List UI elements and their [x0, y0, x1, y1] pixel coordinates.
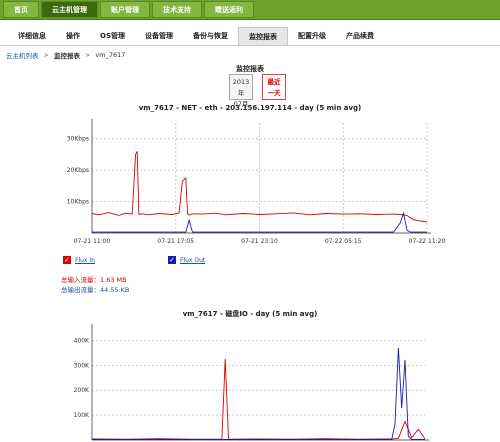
- checkbox-checked-icon[interactable]: ✓: [63, 256, 71, 264]
- breadcrumb-separator: >: [43, 51, 49, 59]
- date-selector[interactable]: 2013年 07月: [229, 74, 253, 108]
- legend-flux-out-label: Flux Out: [180, 256, 206, 264]
- x-tick-label: 07-22 05:15: [325, 238, 362, 245]
- y-tick-label: 300K: [74, 362, 90, 369]
- breadcrumb: 云主机列表 > 监控报表 > vm_7617: [6, 49, 125, 61]
- tab-device-management[interactable]: 设备管理: [135, 27, 183, 45]
- total-input-value: 1.63 MB: [100, 276, 127, 284]
- legend-flux-in: ✓ Flux In: [63, 256, 95, 264]
- x-tick-label: 07-22 11:20: [409, 238, 446, 245]
- last-day-button[interactable]: 最近 一天: [262, 74, 286, 100]
- total-output-row: 总输出流量：44.55 KB: [61, 285, 129, 295]
- total-output-label: 总输出流量：: [61, 286, 100, 294]
- y-tick-label: 100K: [74, 412, 90, 419]
- net-chart: 10Kbps 20Kbps 30Kbps 07-21 11:00 07-21 17:05…: [67, 119, 446, 245]
- legend-flux-out: ✓ Flux Out: [168, 256, 205, 264]
- topnav-home[interactable]: 首页: [3, 1, 39, 18]
- tab-config-upgrade[interactable]: 配置升级: [288, 27, 336, 45]
- y-tick-label: 400K: [74, 337, 90, 344]
- disk-io-chart-title: vm_7617 - 磁盘IO - day (5 min avg): [182, 310, 318, 318]
- total-input-row: 总输入流量：1.63 MB: [61, 275, 129, 285]
- y-tick-label: 30Kbps: [67, 136, 89, 143]
- breadcrumb-current-vm: vm_7617: [95, 51, 126, 59]
- topnav-cloud-host-management[interactable]: 云主机管理: [41, 1, 98, 18]
- series-line-0: [91, 358, 426, 440]
- top-navigation: 首页 云主机管理 账户管理 技术支持 赠送返利: [0, 0, 500, 20]
- date-year: 2013年: [232, 78, 250, 97]
- y-tick-label: 10Kbps: [67, 199, 89, 206]
- traffic-totals: 总输入流量：1.63 MB 总输出流量：44.55 KB: [61, 275, 129, 295]
- breadcrumb-cloud-host-list[interactable]: 云主机列表: [6, 50, 39, 60]
- net-chart-title: vm_7617 - NET - eth - 203.156.197.114 - …: [138, 104, 362, 112]
- total-input-label: 总输入流量：: [61, 276, 100, 284]
- x-tick-label: 07-21 11:00: [74, 238, 111, 245]
- legend-flux-in-label: Flux In: [75, 256, 95, 264]
- last-day-label-line1: 最近: [267, 78, 281, 86]
- tab-details[interactable]: 详细信息: [8, 27, 56, 45]
- tab-operations[interactable]: 操作: [56, 27, 90, 45]
- topnav-rebate[interactable]: 赠送返利: [204, 1, 254, 18]
- topnav-account-management[interactable]: 账户管理: [100, 1, 150, 18]
- breadcrumb-separator: >: [84, 51, 91, 59]
- last-day-label-line2: 一天: [267, 89, 281, 97]
- breadcrumb-monitoring-reports[interactable]: 监控报表: [54, 50, 80, 60]
- x-tick-label: 07-21 23:10: [241, 238, 278, 245]
- y-tick-label: 200K: [74, 387, 90, 394]
- tab-monitoring-reports[interactable]: 监控报表: [238, 26, 288, 45]
- y-tick-label: 20Kbps: [67, 167, 89, 174]
- tab-os-management[interactable]: OS管理: [90, 27, 135, 45]
- page-title: 监控报表: [236, 65, 264, 73]
- disk-io-chart: 100K 200K 300K 400K: [74, 324, 429, 441]
- checkbox-checked-icon[interactable]: ✓: [168, 256, 176, 264]
- series-line-1: [92, 347, 425, 440]
- total-output-value: 44.55 KB: [100, 286, 130, 294]
- topnav-tech-support[interactable]: 技术支持: [152, 1, 202, 18]
- tab-product-renewal[interactable]: 产品续费: [336, 27, 384, 45]
- x-tick-label: 07-21 17:05: [157, 238, 194, 245]
- tab-backup-restore[interactable]: 备份与恢复: [183, 27, 238, 45]
- sub-navigation: 详细信息 操作 OS管理 设备管理 备份与恢复 监控报表 配置升级 产品续费: [0, 26, 500, 46]
